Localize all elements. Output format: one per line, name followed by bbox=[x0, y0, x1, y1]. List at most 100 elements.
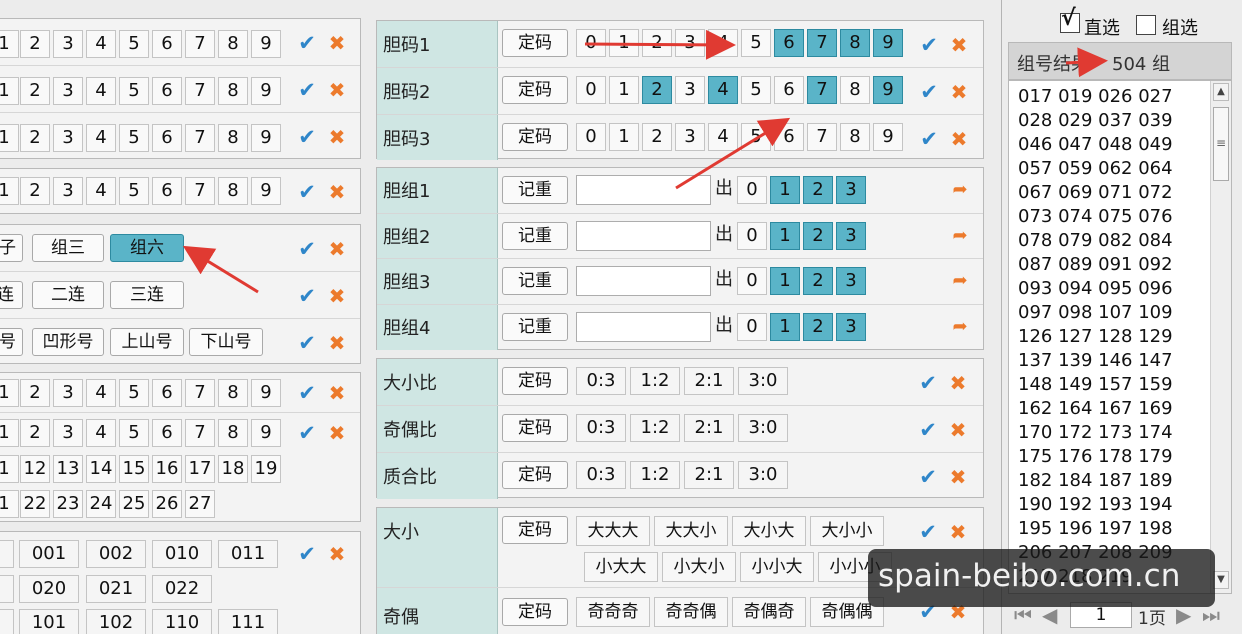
digit-button[interactable]: 4 bbox=[86, 419, 116, 447]
danzu-option-button[interactable]: 3 bbox=[836, 221, 866, 250]
digit-button[interactable]: 1 bbox=[0, 419, 19, 447]
code-button[interactable]: 011 bbox=[218, 540, 278, 568]
daxiao-option-button[interactable]: 小大大 bbox=[584, 552, 658, 582]
code-button[interactable]: 001 bbox=[19, 540, 79, 568]
digit-button[interactable]: 8 bbox=[218, 124, 248, 152]
jizhong-button[interactable]: 记重 bbox=[502, 176, 568, 204]
danzu-option-button[interactable]: 3 bbox=[836, 267, 866, 295]
digit-button[interactable]: 6 bbox=[152, 177, 182, 205]
code-button[interactable]: 111 bbox=[218, 609, 278, 634]
confirm-check-icon[interactable]: ✔ bbox=[918, 467, 938, 488]
danma-digit-button[interactable]: 6 bbox=[774, 76, 804, 104]
danma-digit-button[interactable]: 9 bbox=[873, 123, 903, 151]
danma-digit-button[interactable]: 8 bbox=[840, 29, 870, 57]
danma-digit-button[interactable]: 0 bbox=[576, 123, 606, 151]
code-button[interactable]: 021 bbox=[86, 575, 146, 603]
clear-cross-icon[interactable]: ✖ bbox=[949, 129, 969, 149]
digit-button[interactable]: 8 bbox=[218, 30, 248, 58]
clear-cross-icon[interactable]: ✖ bbox=[327, 286, 347, 306]
digit-button[interactable]: 3 bbox=[53, 419, 83, 447]
danma-digit-button[interactable]: 0 bbox=[576, 29, 606, 57]
danma-digit-button[interactable]: 3 bbox=[675, 76, 705, 104]
ratio-option-button[interactable]: 3:0 bbox=[738, 461, 788, 489]
danzu-option-button[interactable]: 3 bbox=[836, 312, 866, 341]
danma-digit-button[interactable]: 7 bbox=[807, 29, 837, 57]
lian-button-lian[interactable]: 连 bbox=[0, 281, 23, 309]
confirm-check-icon[interactable]: ✔ bbox=[918, 420, 938, 441]
type-button-zuliu[interactable]: 组六 bbox=[110, 234, 184, 262]
sum-button[interactable]: 26 bbox=[152, 490, 182, 518]
clear-cross-icon[interactable]: ✖ bbox=[327, 127, 347, 147]
code-button-partial[interactable] bbox=[0, 609, 14, 634]
confirm-check-icon[interactable]: ✔ bbox=[297, 423, 317, 444]
lian-button-sanlian[interactable]: 三连 bbox=[110, 281, 184, 309]
danma-digit-button[interactable]: 8 bbox=[840, 123, 870, 151]
ratio-option-button[interactable]: 1:2 bbox=[630, 461, 680, 489]
digit-button[interactable]: 1 bbox=[0, 379, 19, 407]
sum-button[interactable]: 14 bbox=[86, 455, 116, 483]
digit-button[interactable]: 4 bbox=[86, 124, 116, 152]
dingma-button[interactable]: 定码 bbox=[502, 414, 568, 442]
sum-button[interactable]: 25 bbox=[119, 490, 149, 518]
danzu-option-button[interactable]: 1 bbox=[770, 176, 800, 204]
ratio-option-button[interactable]: 0:3 bbox=[576, 367, 626, 395]
clear-cross-icon[interactable]: ✖ bbox=[327, 333, 347, 353]
apply-forward-icon[interactable]: ➦ bbox=[951, 317, 969, 336]
digit-button[interactable]: 2 bbox=[20, 30, 50, 58]
digit-button[interactable]: 5 bbox=[119, 124, 149, 152]
danma-digit-button[interactable]: 4 bbox=[708, 123, 738, 151]
clear-cross-icon[interactable]: ✖ bbox=[948, 522, 968, 542]
digit-button[interactable]: 5 bbox=[119, 379, 149, 407]
ratio-option-button[interactable]: 1:2 bbox=[630, 367, 680, 395]
clear-cross-icon[interactable]: ✖ bbox=[327, 544, 347, 564]
danzu-option-button[interactable]: 1 bbox=[770, 312, 800, 341]
sum-button[interactable]: 17 bbox=[185, 455, 215, 483]
shape-button-aoxing[interactable]: 凹形号 bbox=[32, 328, 104, 356]
digit-button[interactable]: 3 bbox=[53, 379, 83, 407]
sum-button[interactable]: 12 bbox=[20, 455, 50, 483]
danzu-option-button[interactable]: 1 bbox=[770, 221, 800, 250]
digit-button[interactable]: 4 bbox=[86, 30, 116, 58]
jizhong-button[interactable]: 记重 bbox=[502, 312, 568, 341]
daxiao-option-button[interactable]: 小大小 bbox=[662, 552, 736, 582]
sum-button[interactable]: 19 bbox=[251, 455, 281, 483]
confirm-check-icon[interactable]: ✔ bbox=[297, 80, 317, 101]
danma-digit-button[interactable]: 6 bbox=[774, 123, 804, 151]
digit-button[interactable]: 8 bbox=[218, 379, 248, 407]
danma-digit-button[interactable]: 2 bbox=[642, 29, 672, 57]
clear-cross-icon[interactable]: ✖ bbox=[327, 239, 347, 259]
sum-button[interactable]: 24 bbox=[86, 490, 116, 518]
shape-button-shangshan[interactable]: 上山号 bbox=[110, 328, 184, 356]
confirm-check-icon[interactable]: ✔ bbox=[297, 33, 317, 54]
danzu-option-button[interactable]: 2 bbox=[803, 176, 833, 204]
digit-button[interactable]: 9 bbox=[251, 77, 281, 105]
danma-digit-button[interactable]: 4 bbox=[708, 76, 738, 104]
ratio-option-button[interactable]: 2:1 bbox=[684, 414, 734, 442]
confirm-check-icon[interactable]: ✔ bbox=[297, 383, 317, 404]
code-button-partial[interactable] bbox=[0, 575, 14, 603]
danzu-option-button[interactable]: 1 bbox=[770, 267, 800, 295]
digit-button[interactable]: 7 bbox=[185, 124, 215, 152]
digit-button[interactable]: 8 bbox=[218, 177, 248, 205]
ratio-option-button[interactable]: 3:0 bbox=[738, 367, 788, 395]
digit-button[interactable]: 6 bbox=[152, 30, 182, 58]
danzu-input[interactable] bbox=[576, 266, 711, 296]
dingma-button[interactable]: 定码 bbox=[502, 367, 568, 395]
digit-button[interactable]: 4 bbox=[86, 379, 116, 407]
ratio-option-button[interactable]: 0:3 bbox=[576, 461, 626, 489]
clear-cross-icon[interactable]: ✖ bbox=[949, 82, 969, 102]
digit-button[interactable]: 2 bbox=[20, 124, 50, 152]
danma-digit-button[interactable]: 3 bbox=[675, 123, 705, 151]
zuxuan-checkbox[interactable] bbox=[1136, 15, 1156, 35]
daxiao-option-button[interactable]: 大大小 bbox=[654, 516, 728, 546]
digit-button[interactable]: 5 bbox=[119, 30, 149, 58]
digit-button[interactable]: 9 bbox=[251, 379, 281, 407]
danma-digit-button[interactable]: 9 bbox=[873, 29, 903, 57]
sum-button[interactable]: 27 bbox=[185, 490, 215, 518]
danma-digit-button[interactable]: 9 bbox=[873, 76, 903, 104]
code-button[interactable]: 101 bbox=[19, 609, 79, 634]
danzu-option-button[interactable]: 2 bbox=[803, 221, 833, 250]
code-button-partial[interactable] bbox=[0, 540, 14, 568]
dingma-button[interactable]: 定码 bbox=[502, 29, 568, 57]
clear-cross-icon[interactable]: ✖ bbox=[948, 420, 968, 440]
